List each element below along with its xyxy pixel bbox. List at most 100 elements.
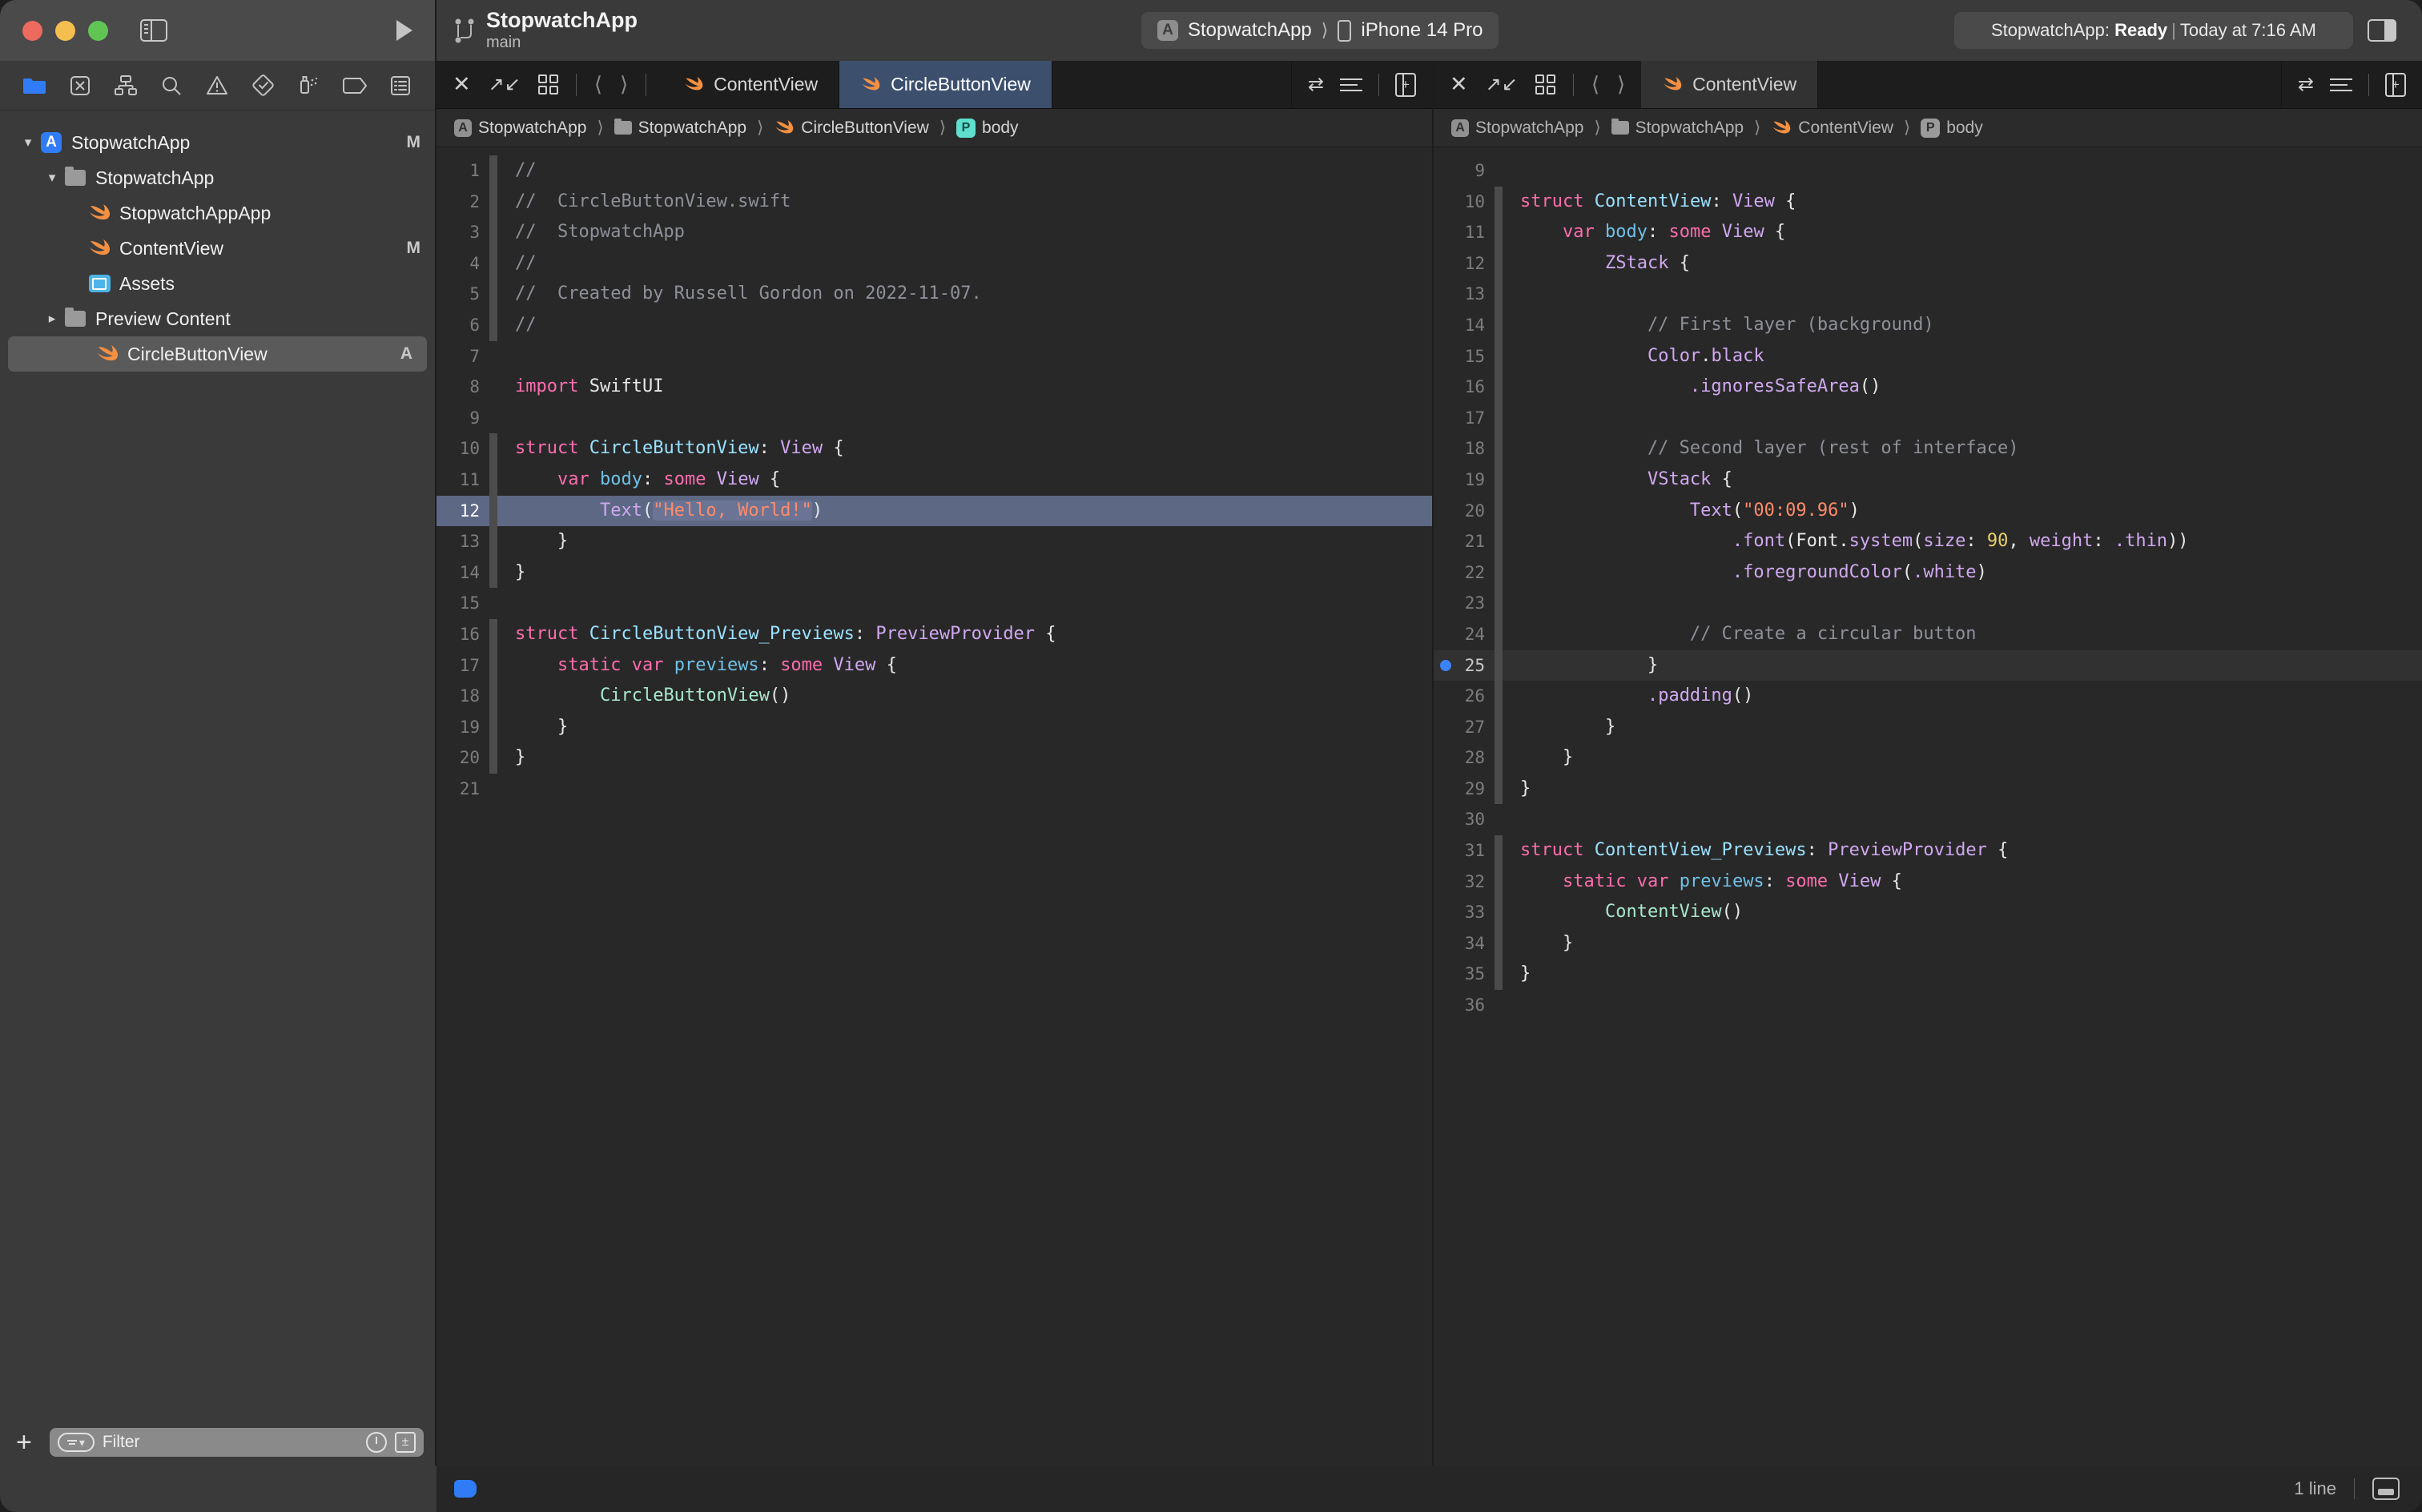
code-line[interactable]: 20 Text("00:09.96") bbox=[1434, 495, 2422, 527]
expand-editor-icon[interactable]: ↗↙ bbox=[489, 73, 521, 96]
code-folding-ribbon[interactable] bbox=[489, 247, 497, 279]
code-folding-ribbon[interactable] bbox=[489, 557, 497, 589]
code-folding-ribbon[interactable] bbox=[1495, 804, 1503, 835]
editor-right-code[interactable]: 9 10 struct ContentView: View {11 var body… bbox=[1434, 147, 2422, 1466]
scheme-destination-chip[interactable]: A StopwatchApp ⟩ iPhone 14 Pro bbox=[1141, 12, 1499, 49]
code-line[interactable]: 12 Text("Hello, World!") bbox=[437, 495, 1432, 527]
inspector-toggle-icon[interactable] bbox=[2368, 19, 2396, 42]
code-line[interactable]: 19 VStack { bbox=[1434, 464, 2422, 496]
code-folding-ribbon[interactable] bbox=[489, 588, 497, 619]
debug-area-toggle-icon[interactable] bbox=[2372, 1478, 2400, 1500]
code-line[interactable]: 11 var body: some View { bbox=[437, 464, 1432, 496]
editor-options-icon[interactable] bbox=[537, 74, 558, 94]
breadcrumb-item-stopwatchapp[interactable]: StopwatchApp bbox=[614, 119, 746, 138]
code-folding-ribbon[interactable] bbox=[489, 279, 497, 310]
code-folding-ribbon[interactable] bbox=[489, 618, 497, 650]
code-folding-ribbon[interactable] bbox=[1495, 927, 1503, 959]
back-icon[interactable]: ⟨ bbox=[1591, 72, 1599, 97]
code-line[interactable]: 20} bbox=[437, 742, 1432, 774]
code-line[interactable]: 35} bbox=[1434, 959, 2422, 991]
minimap-toggle-icon[interactable] bbox=[2330, 78, 2352, 91]
code-line[interactable]: 13 bbox=[1434, 279, 2422, 310]
project-branch-block[interactable]: StopwatchApp main bbox=[454, 9, 638, 51]
tree-item-circlebuttonview[interactable]: CircleButtonView A bbox=[8, 336, 427, 372]
code-line[interactable]: 34 } bbox=[1434, 927, 2422, 959]
code-folding-ribbon[interactable] bbox=[1495, 742, 1503, 774]
forward-icon[interactable]: ⟩ bbox=[1617, 72, 1625, 97]
debug-icon[interactable] bbox=[295, 73, 324, 99]
breadcrumb-item-stopwatchapp[interactable]: A StopwatchApp bbox=[454, 119, 586, 138]
code-line[interactable]: 16 .ignoresSafeArea() bbox=[1434, 372, 2422, 403]
code-folding-ribbon[interactable] bbox=[489, 309, 497, 341]
breakpoint-activate-icon[interactable] bbox=[454, 1480, 477, 1498]
code-line[interactable]: 14 // First layer (background) bbox=[1434, 309, 2422, 341]
test-icon[interactable] bbox=[249, 73, 278, 99]
filter-options-icon[interactable]: ▾ bbox=[57, 1433, 95, 1452]
code-line[interactable]: 13 } bbox=[437, 526, 1432, 557]
folder-icon[interactable] bbox=[20, 73, 49, 99]
breadcrumb-item-body[interactable]: Pbody bbox=[956, 118, 1019, 138]
breadcrumb-item-contentview[interactable]: ContentView bbox=[1771, 119, 1893, 138]
code-line[interactable]: 16 struct CircleButtonView_Previews: Prev… bbox=[437, 618, 1432, 650]
code-line[interactable]: 21 .font(Font.system(size: 90, weight: .… bbox=[1434, 526, 2422, 557]
code-folding-ribbon[interactable] bbox=[1495, 557, 1503, 589]
code-line[interactable]: 17 static var previews: some View { bbox=[437, 649, 1432, 682]
search-icon[interactable] bbox=[157, 73, 186, 99]
code-line[interactable]: 3 // StopwatchApp bbox=[437, 217, 1432, 248]
scheme-label[interactable]: StopwatchApp bbox=[1188, 19, 1312, 42]
code-folding-ribbon[interactable] bbox=[1495, 155, 1503, 187]
tree-item-stopwatchapp[interactable]: ▾ A StopwatchApp M bbox=[0, 125, 435, 160]
editor-left-breadcrumb[interactable]: A StopwatchApp ⟩ StopwatchApp ⟩ CircleButtonV… bbox=[437, 109, 1432, 147]
code-folding-ribbon[interactable] bbox=[489, 742, 497, 774]
code-folding-ribbon[interactable] bbox=[489, 526, 497, 557]
code-folding-ribbon[interactable] bbox=[1495, 588, 1503, 619]
code-folding-ribbon[interactable] bbox=[1495, 340, 1503, 372]
warning-icon[interactable] bbox=[203, 73, 231, 99]
source-control-filter-icon[interactable]: ± bbox=[395, 1432, 416, 1453]
tree-item-preview-content[interactable]: ▸ Preview Content bbox=[0, 301, 435, 336]
code-line[interactable]: 28 } bbox=[1434, 742, 2422, 774]
editor-tab-contentview[interactable]: ContentView bbox=[1641, 61, 1819, 108]
breadcrumb-item-stopwatchapp[interactable]: StopwatchApp bbox=[1611, 119, 1744, 138]
disclosure-triangle-icon[interactable]: ▾ bbox=[18, 135, 38, 151]
code-line[interactable]: 10 struct CircleButtonView: View { bbox=[437, 433, 1432, 464]
close-button[interactable] bbox=[22, 20, 42, 41]
compare-versions-icon[interactable]: ⇄ bbox=[1308, 73, 1324, 96]
filter-input[interactable]: ▾ Filter ± bbox=[49, 1428, 424, 1457]
code-folding-ribbon[interactable] bbox=[1495, 372, 1503, 403]
code-line[interactable]: 2 // CircleButtonView.swift bbox=[437, 186, 1432, 218]
code-line[interactable]: 29} bbox=[1434, 773, 2422, 805]
expand-editor-icon[interactable]: ↗↙ bbox=[1486, 73, 1518, 96]
source-control-icon[interactable] bbox=[66, 73, 95, 99]
code-folding-ribbon[interactable] bbox=[1495, 247, 1503, 279]
editor-right-breadcrumb[interactable]: A StopwatchApp ⟩ StopwatchApp ⟩ ContentView ⟩ P… bbox=[1434, 109, 2422, 147]
code-line[interactable]: 5 // Created by Russell Gordon on 2022-11… bbox=[437, 279, 1432, 310]
back-icon[interactable]: ⟨ bbox=[594, 72, 602, 97]
code-line[interactable]: 25 } bbox=[1434, 649, 2422, 682]
code-folding-ribbon[interactable] bbox=[1495, 279, 1503, 310]
code-line[interactable]: 24 // Create a circular button bbox=[1434, 618, 2422, 650]
editor-tab-circlebuttonview[interactable]: CircleButtonView bbox=[839, 61, 1052, 108]
tree-item-stopwatchapp[interactable]: ▾ StopwatchApp bbox=[0, 160, 435, 195]
status-bar[interactable]: StopwatchApp: Ready | Today at 7:16 AM bbox=[1954, 12, 2353, 49]
code-folding-ribbon[interactable] bbox=[1495, 402, 1503, 434]
code-folding-ribbon[interactable] bbox=[1495, 711, 1503, 743]
forward-icon[interactable]: ⟩ bbox=[620, 72, 628, 97]
code-folding-ribbon[interactable] bbox=[489, 155, 497, 187]
code-folding-ribbon[interactable] bbox=[489, 341, 497, 372]
minimap-toggle-icon[interactable] bbox=[1340, 78, 1362, 91]
editor-left-code[interactable]: 1 // 2 // CircleButtonView.swift 3 // Stopwat… bbox=[437, 147, 1432, 1466]
code-line[interactable]: 23 bbox=[1434, 588, 2422, 619]
code-line[interactable]: 31 struct ContentView_Previews: PreviewPr… bbox=[1434, 835, 2422, 867]
code-folding-ribbon[interactable] bbox=[489, 711, 497, 743]
code-line[interactable]: 1 // bbox=[437, 155, 1432, 187]
breakpoint-marker-icon[interactable] bbox=[1440, 659, 1451, 671]
code-line[interactable]: 4 // bbox=[437, 247, 1432, 279]
code-folding-ribbon[interactable] bbox=[489, 495, 497, 527]
code-folding-ribbon[interactable] bbox=[1495, 526, 1503, 557]
minimize-button[interactable] bbox=[55, 20, 75, 41]
code-line[interactable]: 30 bbox=[1434, 804, 2422, 835]
code-folding-ribbon[interactable] bbox=[1495, 217, 1503, 248]
disclosure-triangle-icon[interactable]: ▸ bbox=[42, 311, 62, 327]
code-line[interactable]: 22 .foregroundColor(.white) bbox=[1434, 557, 2422, 589]
